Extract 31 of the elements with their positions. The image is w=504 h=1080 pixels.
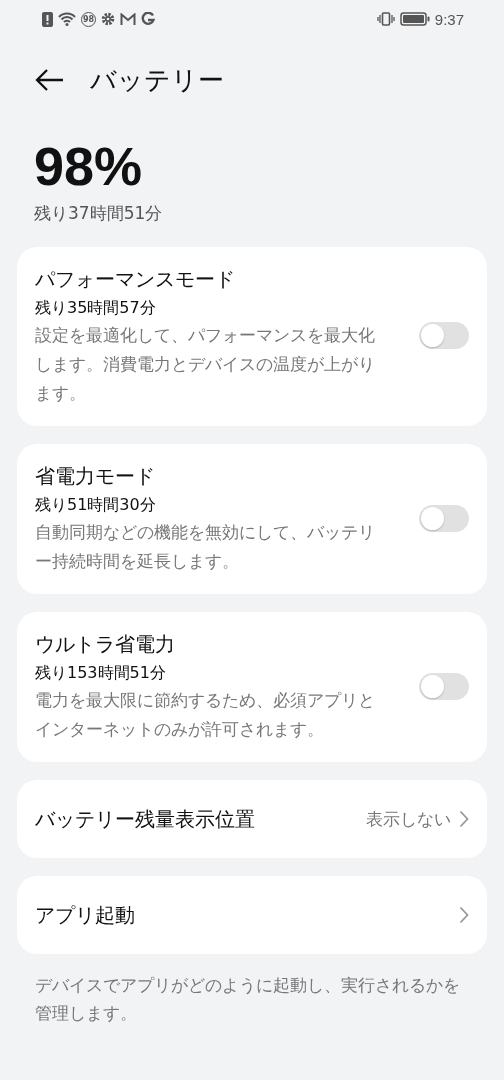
clock-time: 9:37 (434, 10, 464, 28)
page-title: バッテリー (90, 63, 224, 97)
toggle-switch[interactable] (419, 322, 469, 349)
wifi-icon (58, 12, 76, 26)
mode-remaining-time: 残り51時間30分 (35, 494, 156, 516)
settings-item[interactable]: バッテリー残量表示位置 表示しない (17, 780, 487, 858)
footer-description: デバイスでアプリがどのように起動し、実行されるかを管理します。 (35, 975, 461, 1025)
back-arrow-icon (34, 68, 64, 92)
mode-description: 自動同期などの機能を無効にして、バッテリー持続時間を延長します。 (35, 522, 376, 573)
mode-title: パフォーマンスモード (35, 266, 235, 293)
back-button[interactable] (34, 68, 64, 92)
toggle-switch[interactable] (419, 504, 469, 532)
settings-item[interactable]: アプリ起動 (17, 876, 487, 954)
chevron-right-icon (459, 810, 469, 828)
mode-remaining-time: 残り35時間57分 (35, 297, 156, 319)
setting-value: 表示しない (366, 807, 451, 831)
battery-icon (399, 12, 430, 26)
mode-title: 省電力モード (35, 463, 155, 490)
mode-title: ウルトラ省電力 (35, 631, 175, 658)
chevron-right-icon (459, 906, 469, 924)
remaining-time: 残り37時間51分 (34, 202, 163, 225)
toggle-switch[interactable] (419, 672, 469, 700)
mode-description: 設定を最適化して、パフォーマンスを最大化します。消費電力とデバイスの温度が上がります。 (35, 325, 376, 405)
battery-percentage: 98% (34, 135, 143, 198)
alert-icon (42, 11, 53, 27)
mode-remaining-time: 残り153時間51分 (35, 662, 166, 684)
gear-icon (101, 12, 115, 26)
vibrate-icon (376, 12, 395, 26)
mode-description: 電力を最大限に節約するため、必須アプリとインターネットのみが許可されます。 (35, 690, 376, 741)
g-letter-icon (141, 12, 155, 26)
mail-icon (120, 12, 136, 26)
